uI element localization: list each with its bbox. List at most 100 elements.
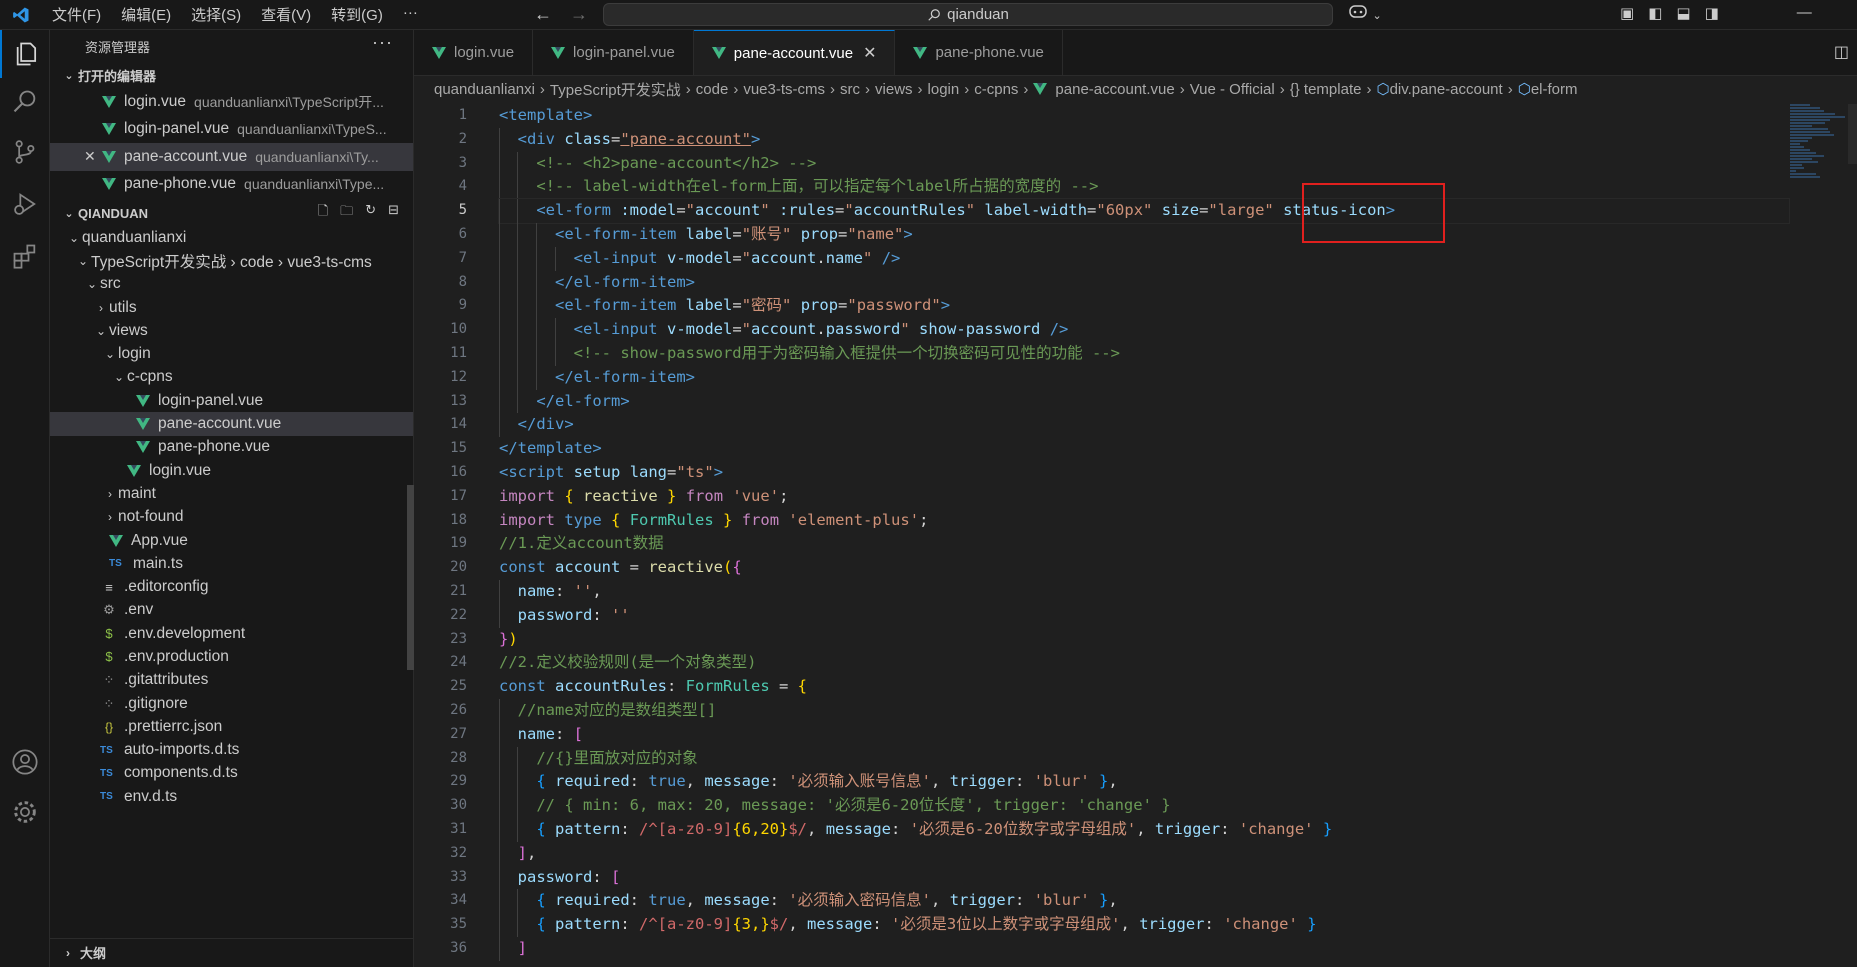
- breadcrumb-item[interactable]: el-form: [1531, 81, 1578, 98]
- vue-file-icon: [102, 95, 116, 108]
- breadcrumb-item[interactable]: TypeScript开发实战: [550, 79, 681, 100]
- split-editor-icon[interactable]: ◫: [1834, 42, 1849, 62]
- breadcrumb-item[interactable]: vue3-ts-cms: [743, 81, 825, 98]
- tab-login-vue[interactable]: login.vue: [414, 30, 534, 75]
- close-icon[interactable]: ✕: [863, 43, 876, 63]
- outline-section[interactable]: › 大纲: [50, 938, 413, 966]
- code-line: //name对应的是数组类型[]: [499, 698, 1789, 723]
- editor-scrollbar[interactable]: [1848, 104, 1857, 164]
- menu-edit[interactable]: 编辑(E): [111, 4, 181, 25]
- tree-folder[interactable]: ⌄ views: [50, 319, 413, 342]
- breadcrumb-item[interactable]: views: [875, 81, 913, 98]
- breadcrumb-item[interactable]: Vue - Official: [1190, 81, 1275, 98]
- breadcrumb-item[interactable]: div.pane-account: [1390, 81, 1503, 98]
- arrow-left-icon[interactable]: ←: [534, 4, 552, 25]
- menu-selection[interactable]: 选择(S): [181, 4, 251, 25]
- open-editor-item[interactable]: login-panel.vue quanduanlianxi\TypeS...: [50, 116, 413, 144]
- code-editor[interactable]: <template> <div class="pane-account"> <!…: [498, 104, 1790, 961]
- menu-go[interactable]: 转到(G): [321, 4, 393, 25]
- tree-file[interactable]: ⁘ .gitattributes: [50, 669, 413, 692]
- breadcrumb-item[interactable]: code: [696, 81, 729, 98]
- source-control-icon[interactable]: [0, 128, 50, 176]
- breadcrumb-item[interactable]: pane-account.vue: [1055, 81, 1174, 98]
- tree-file[interactable]: $ .env.development: [50, 622, 413, 645]
- minimap-line: [1790, 134, 1834, 136]
- minimap[interactable]: [1790, 104, 1850, 204]
- code-line: </el-form-item>: [499, 365, 1789, 390]
- tree-file[interactable]: {} .prettierrc.json: [50, 715, 413, 738]
- open-editor-item[interactable]: pane-phone.vue quanduanlianxi\Type...: [50, 171, 413, 199]
- tree-file[interactable]: login-panel.vue: [50, 389, 413, 412]
- tree-folder[interactable]: ⌄ quanduanlianxi: [50, 226, 413, 249]
- run-debug-icon[interactable]: [0, 180, 50, 228]
- tree-folder[interactable]: › maint: [50, 482, 413, 505]
- menu-more[interactable]: ···: [393, 4, 428, 25]
- workspace-section[interactable]: ⌄ QIANDUAN 🗋 🗀 ↻ ⊟: [50, 200, 413, 226]
- tree-file[interactable]: pane-account.vue: [50, 412, 413, 436]
- tree-folder[interactable]: ⌄ c-cpns: [50, 366, 413, 389]
- tree-folder[interactable]: › not-found: [50, 506, 413, 529]
- minimize-icon[interactable]: —: [1797, 4, 1812, 22]
- breadcrumb-item[interactable]: src: [840, 81, 860, 98]
- more-actions-icon[interactable]: ···: [372, 32, 393, 53]
- menu-view[interactable]: 查看(V): [251, 4, 321, 25]
- tree-file[interactable]: login.vue: [50, 459, 413, 482]
- extensions-icon[interactable]: [0, 232, 50, 280]
- search-icon[interactable]: [0, 78, 50, 126]
- line-number: 33: [450, 868, 467, 885]
- toggle-panel-icon[interactable]: ⬓: [1676, 4, 1690, 22]
- open-editors-section[interactable]: ⌄ 打开的编辑器: [50, 62, 413, 88]
- breadcrumb-item[interactable]: {} template: [1290, 81, 1362, 98]
- chevron-down-icon[interactable]: ⌄: [1372, 10, 1381, 22]
- tab-login-panel-vue[interactable]: login-panel.vue: [533, 30, 694, 75]
- tree-folder[interactable]: ⌄ TypeScript开发实战 › code › vue3-ts-cms: [50, 249, 413, 272]
- collapse-all-icon[interactable]: ⊟: [388, 202, 399, 224]
- sidebar-scrollbar[interactable]: [407, 485, 414, 670]
- minimap-line: [1790, 104, 1810, 106]
- tree-file[interactable]: $ .env.production: [50, 645, 413, 668]
- open-editor-item[interactable]: ✕ pane-account.vue quanduanlianxi\Ty...: [50, 143, 413, 171]
- account-icon[interactable]: [0, 738, 50, 786]
- vscode-logo-icon[interactable]: [0, 6, 42, 24]
- tab-pane-phone-vue[interactable]: pane-phone.vue: [895, 30, 1063, 75]
- tree-folder[interactable]: › utils: [50, 296, 413, 319]
- tree-folder[interactable]: ⌄ src: [50, 273, 413, 296]
- tree-file[interactable]: App.vue: [50, 529, 413, 552]
- tree-file[interactable]: ⁘ .gitignore: [50, 692, 413, 715]
- new-folder-icon[interactable]: 🗀: [340, 202, 353, 224]
- tree-file[interactable]: ⚙ .env: [50, 599, 413, 622]
- new-file-icon[interactable]: 🗋: [318, 202, 328, 224]
- close-icon[interactable]: ✕: [84, 148, 96, 165]
- tab-label: pane-phone.vue: [935, 44, 1044, 61]
- breadcrumb-item[interactable]: login: [928, 81, 960, 98]
- explorer-icon[interactable]: [0, 30, 52, 78]
- toggle-secondary-sidebar-icon[interactable]: ◨: [1705, 4, 1719, 22]
- copilot-icon[interactable]: ⌄: [1348, 3, 1382, 24]
- tree-file[interactable]: ≡ .editorconfig: [50, 575, 413, 598]
- command-center-search[interactable]: qianduan: [603, 3, 1333, 26]
- tree-item-label: env.d.ts: [124, 787, 178, 805]
- line-number: 15: [450, 440, 467, 457]
- open-editor-item[interactable]: login.vue quanduanlianxi\TypeScript开...: [50, 88, 413, 116]
- vue-file-icon: [102, 178, 116, 191]
- layout-customize-icon[interactable]: ▣: [1620, 4, 1634, 22]
- tree-file[interactable]: pane-phone.vue: [50, 436, 413, 459]
- toggle-sidebar-icon[interactable]: ◧: [1648, 4, 1662, 22]
- explorer-header: 资源管理器 ···: [50, 30, 413, 62]
- tree-file[interactable]: TS env.d.ts: [50, 785, 413, 808]
- menu-file[interactable]: 文件(F): [42, 4, 111, 25]
- tree-file[interactable]: TS main.ts: [50, 552, 413, 575]
- tree-file[interactable]: TS auto-imports.d.ts: [50, 739, 413, 762]
- refresh-icon[interactable]: ↻: [365, 202, 376, 224]
- editor-tabs: login.vue login-panel.vue pane-account.v…: [414, 30, 1857, 76]
- breadcrumb-item[interactable]: c-cpns: [974, 81, 1018, 98]
- tree-folder[interactable]: ⌄ login: [50, 342, 413, 365]
- arrow-right-icon[interactable]: →: [570, 4, 588, 25]
- tab-pane-account-vue[interactable]: pane-account.vue ✕: [693, 30, 896, 75]
- line-number: 3: [458, 154, 467, 171]
- tree-file[interactable]: TS components.d.ts: [50, 762, 413, 785]
- line-number: 30: [450, 797, 467, 814]
- breadcrumb-item[interactable]: quanduanlianxi: [434, 81, 535, 98]
- minimap-line: [1790, 116, 1845, 118]
- manage-gear-icon[interactable]: [0, 788, 50, 836]
